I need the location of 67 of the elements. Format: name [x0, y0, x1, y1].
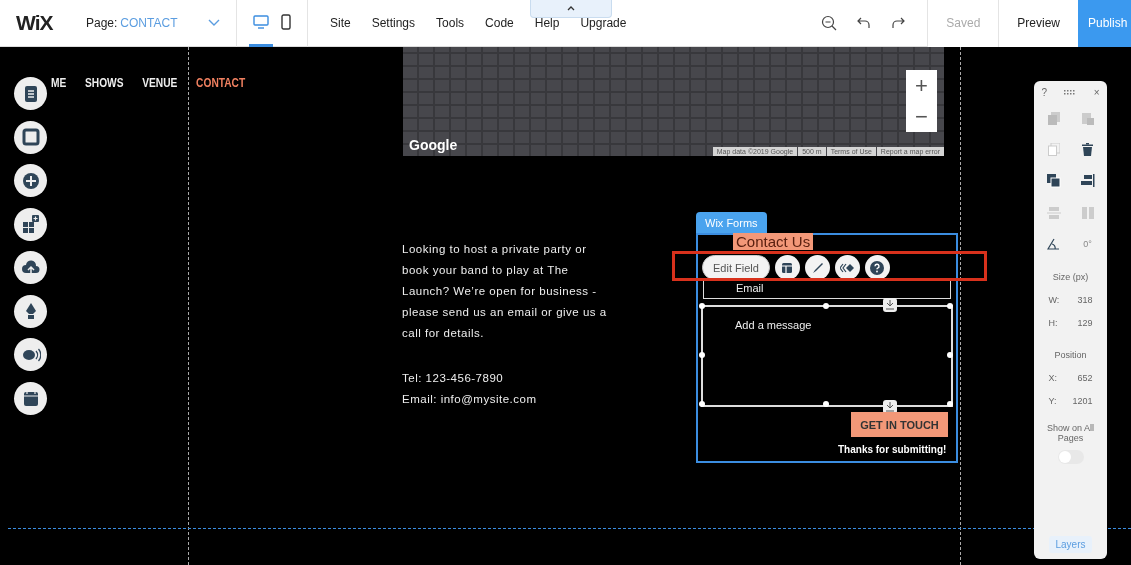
pages-button[interactable] [14, 77, 47, 110]
stretch-icon[interactable] [883, 298, 897, 312]
help-link[interactable]: ? [1041, 87, 1048, 98]
layout-button[interactable] [774, 255, 800, 280]
apps-icon [20, 214, 41, 234]
form-title: Contact Us [733, 233, 814, 250]
submit-button[interactable]: GET IN TOUCH [851, 412, 948, 437]
site-nav-link[interactable]: ME [51, 76, 67, 90]
field-label: W: [1048, 295, 1060, 305]
email-text: Email: info@mysite.com [402, 392, 538, 407]
menu-item[interactable]: Upgrade [580, 16, 627, 30]
toolbar-button[interactable]: Preview [998, 0, 1078, 47]
menu-item[interactable]: Settings [371, 16, 416, 30]
chat-button[interactable] [14, 338, 47, 371]
email-field[interactable]: Email [703, 281, 951, 299]
trash-icon[interactable] [1082, 143, 1093, 156]
add-button[interactable] [14, 164, 47, 197]
field-label: Y: [1048, 396, 1057, 406]
site-nav-link[interactable]: SHOWS [85, 76, 124, 90]
zoom-out-icon[interactable] [821, 15, 838, 31]
animation-button[interactable] [834, 255, 860, 280]
align-icon[interactable] [1080, 174, 1095, 188]
edit-field-button[interactable]: Edit Field [702, 255, 770, 280]
section-title: Size (px) [1052, 272, 1089, 282]
apps-button[interactable] [14, 207, 47, 241]
menu-item[interactable]: Site [330, 16, 351, 30]
desktop-icon [253, 14, 269, 29]
help-icon [870, 260, 885, 275]
chevron-up-icon [567, 6, 575, 11]
chevron-down-icon [208, 19, 220, 27]
add-icon [20, 170, 41, 191]
field-value[interactable]: 129 [1077, 318, 1093, 328]
field-value[interactable]: 1201 [1072, 396, 1093, 406]
map-logo: Google [409, 137, 458, 153]
page-selector[interactable]: Page: CONTACT [80, 0, 237, 47]
wix-logo: WiX [16, 11, 54, 35]
toggle-label: Show on All Pages [1046, 423, 1095, 443]
animation-icon [840, 261, 855, 274]
field-label: H: [1048, 318, 1058, 328]
redo-icon[interactable] [891, 16, 906, 30]
success-message: Thanks for submitting! [838, 444, 947, 455]
brush-icon [811, 261, 824, 274]
phone-text: Tel: 123-456-7890 [402, 371, 505, 386]
box-icon [20, 127, 41, 147]
contact-paragraph: Looking to host a private party or book your band to play at The Launch? We’re open for business - please send us an email or give us a call for details. [402, 242, 608, 341]
arrange-icon[interactable] [1046, 174, 1061, 188]
layout-icon [781, 261, 794, 274]
field-label: X: [1048, 373, 1057, 383]
box-button[interactable] [14, 120, 47, 154]
menu-item[interactable]: Help [534, 16, 560, 30]
pen-button[interactable] [14, 294, 47, 328]
site-nav-link[interactable]: VENUE [142, 76, 178, 90]
site-nav-link[interactable]: CONTACT [196, 76, 246, 90]
field-value[interactable]: 318 [1077, 295, 1093, 305]
menu-item[interactable]: Code [485, 16, 514, 30]
section-title: Position [1054, 350, 1087, 360]
close-button[interactable]: × [1093, 87, 1100, 98]
drag-handle-icon[interactable] [1064, 90, 1077, 95]
mobile-icon [281, 13, 291, 30]
calendar-button[interactable] [14, 381, 47, 415]
menu-item[interactable]: Tools [436, 16, 465, 30]
help-button[interactable] [864, 255, 890, 280]
rotate-angle-icon [1047, 238, 1060, 250]
brush-button[interactable] [804, 255, 830, 280]
field-value[interactable]: 652 [1077, 373, 1093, 383]
upload-button[interactable] [14, 251, 47, 284]
undo-icon[interactable] [857, 16, 872, 30]
